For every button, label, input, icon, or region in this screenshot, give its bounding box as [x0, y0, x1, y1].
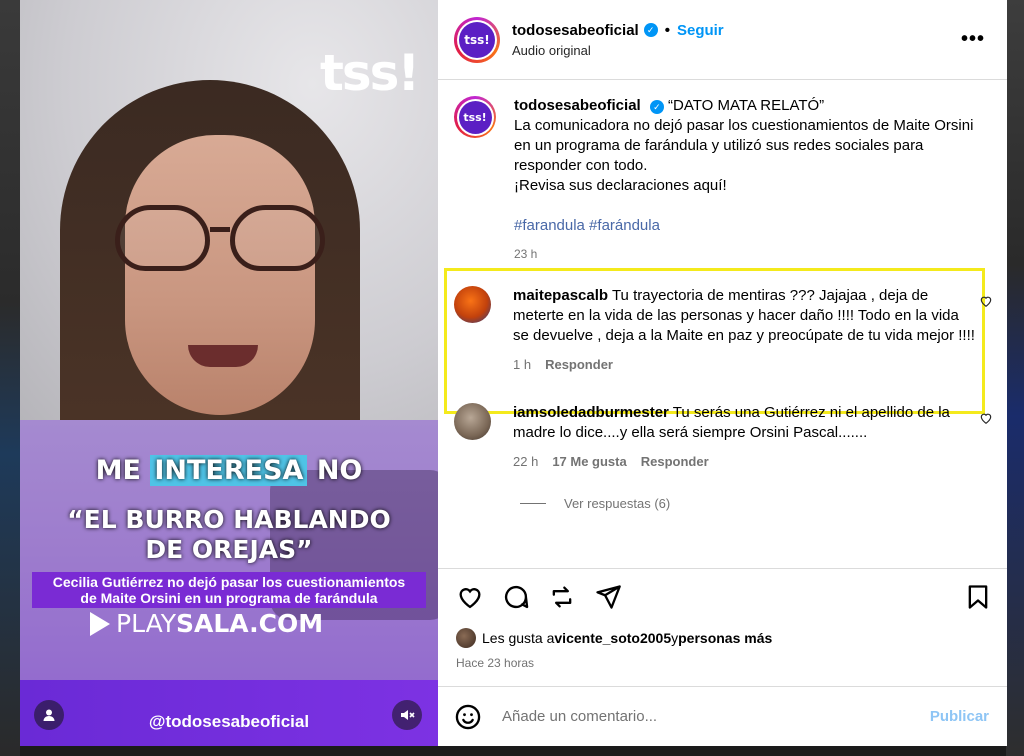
post-timestamp: Hace 23 horas — [456, 656, 535, 670]
post-caption: tss! todosesabeoficial ✓ “DATO MATA RELA… — [438, 80, 1007, 264]
caption-username[interactable]: todosesabeoficial — [514, 97, 641, 114]
caption-author-avatar[interactable]: tss! — [454, 96, 496, 138]
others-likes-link[interactable]: personas más — [678, 630, 772, 646]
comment-username[interactable]: maitepascalb — [513, 287, 608, 304]
author-username[interactable]: todosesabeoficial — [512, 22, 639, 39]
caption-hashtags[interactable]: #farandula #farándula — [514, 216, 974, 236]
speaker-muted-icon — [401, 710, 415, 720]
comment-item: maitepascalb Tu trayectoria de mentiras … — [438, 286, 1007, 375]
comment-username[interactable]: iamsoledadburmester — [513, 404, 669, 421]
follow-button[interactable]: Seguir — [677, 22, 724, 39]
mute-button[interactable] — [392, 700, 422, 730]
audio-label[interactable]: Audio original — [512, 43, 724, 58]
caption-cta: ¡Revisa sus declaraciones aquí! — [514, 177, 727, 194]
comment-bubble-icon[interactable] — [502, 583, 530, 611]
like-heart-icon[interactable] — [456, 583, 484, 611]
liker-avatar[interactable] — [456, 628, 476, 648]
play-icon — [90, 611, 110, 636]
more-options-button[interactable]: ••• — [961, 28, 985, 51]
tagged-users-button[interactable] — [34, 700, 64, 730]
caption-title: “DATO MATA RELATÓ” — [668, 97, 825, 114]
comment-likes-count[interactable]: 17 Me gusta — [552, 452, 626, 472]
replies-divider — [520, 503, 546, 504]
video-person-glasses — [115, 205, 325, 275]
likes-summary: Les gusta a vicente_soto2005 y personas … — [456, 628, 772, 648]
post-details-panel: tss! todosesabeoficial ✓ • Seguir Audio … — [438, 0, 1007, 746]
save-bookmark-icon[interactable] — [964, 583, 992, 611]
comment-input[interactable]: Añade un comentario... — [502, 708, 930, 725]
comment-like-heart-icon[interactable] — [979, 294, 993, 308]
comment-like-heart-icon[interactable] — [979, 411, 993, 425]
video-handle: @todosesabeoficial — [148, 712, 310, 731]
reply-button[interactable]: Responder — [545, 355, 613, 375]
background-thumbnails-left — [0, 0, 20, 756]
video-quote: “EL BURRO HABLANDO DE OREJAS” — [67, 505, 391, 564]
comment-composer: Añade un comentario... Publicar — [438, 686, 1007, 746]
video-brand: PLAYSALA.COM — [90, 609, 323, 638]
liker-username[interactable]: vicente_soto2005 — [554, 630, 671, 646]
video-person-mouth — [188, 345, 258, 367]
separator-dot: • — [664, 21, 670, 39]
view-replies-button[interactable]: Ver respuestas (6) — [520, 496, 1007, 511]
comment-item: iamsoledadburmester Tu serás una Gutiérr… — [438, 403, 1007, 472]
comment-time: 1 h — [513, 357, 532, 372]
verified-badge-icon: ✓ — [649, 100, 664, 114]
reply-button[interactable]: Responder — [641, 452, 709, 472]
caption-time: 23 h — [514, 247, 538, 261]
repost-icon[interactable] — [548, 583, 576, 611]
publish-button[interactable]: Publicar — [930, 708, 989, 725]
commenter-avatar[interactable] — [454, 403, 491, 440]
reel-video[interactable]: tss! ME INTERESA NO “EL BURRO HABLANDO D… — [20, 0, 438, 746]
video-subtitle: Cecilia Gutiérrez no dejó pasar los cues… — [32, 572, 426, 608]
verified-badge-icon: ✓ — [643, 23, 658, 37]
caption-body: La comunicadora no dejó pasar los cuesti… — [514, 117, 974, 174]
author-avatar[interactable]: tss! — [454, 16, 500, 63]
user-icon — [43, 709, 55, 721]
share-send-icon[interactable] — [594, 583, 622, 611]
emoji-icon[interactable] — [454, 703, 482, 731]
post-header: tss! todosesabeoficial ✓ • Seguir Audio … — [438, 0, 1007, 80]
video-logo: tss! — [320, 44, 420, 102]
commenter-avatar[interactable] — [454, 286, 491, 323]
background-thumbnails-right — [1006, 0, 1024, 756]
comment-time: 22 h — [513, 454, 539, 469]
post-actions-bar — [438, 568, 1007, 628]
video-headline: ME INTERESA NO — [95, 455, 363, 486]
video-person-face — [125, 135, 315, 415]
